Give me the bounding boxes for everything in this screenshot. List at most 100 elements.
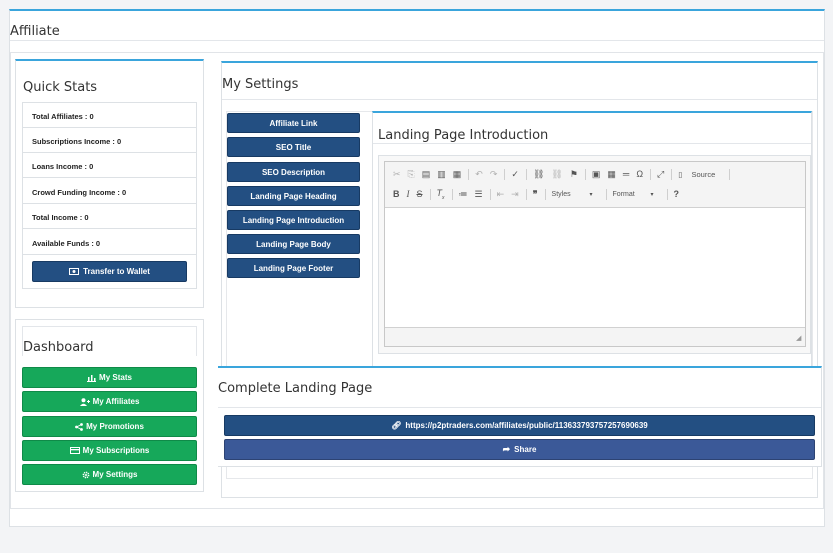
stat-subscriptions-income: Subscriptions Income : 0 (23, 128, 196, 153)
my-settings-button[interactable]: My Settings (22, 464, 197, 485)
credit-card-icon (69, 447, 80, 454)
affiliate-url: https://p2ptraders.com/affiliates/public… (405, 421, 648, 430)
copy-icon[interactable]: ⎘ (408, 169, 415, 180)
tab-landing-page-introduction[interactable]: Landing Page Introduction (227, 210, 360, 230)
chevron-down-icon: ▾ (650, 191, 654, 198)
paste-icon[interactable]: ▤ (422, 169, 431, 180)
money-icon (69, 268, 80, 275)
toolbar-separator (468, 168, 470, 180)
settings-title-divider (222, 99, 817, 100)
source-button[interactable]: ▯ Source (678, 170, 722, 179)
tab-seo-title-label: SEO Title (275, 142, 312, 152)
toolbar-separator (605, 188, 607, 200)
toolbar-separator (429, 188, 431, 200)
horizontal-rule-icon[interactable]: ═ (623, 169, 629, 179)
table-icon[interactable]: ▦ (607, 169, 616, 180)
format-label: Format (612, 190, 635, 198)
strikethrough-icon[interactable]: S (417, 189, 423, 199)
tab-landing-page-footer[interactable]: Landing Page Footer (227, 258, 360, 278)
my-settings-label: My Settings (92, 470, 138, 479)
my-affiliates-button[interactable]: My Affiliates (22, 391, 197, 412)
toolbar-separator (489, 188, 491, 200)
my-promotions-label: My Promotions (86, 422, 144, 431)
quick-stats-title: Quick Stats (23, 80, 98, 95)
transfer-to-wallet-button[interactable]: Transfer to Wallet (32, 261, 187, 282)
tab-affiliate-link[interactable]: Affiliate Link (227, 113, 360, 133)
toolbar-separator (584, 168, 586, 180)
tab-landing-page-footer-label: Landing Page Footer (253, 263, 334, 273)
bulleted-list-icon[interactable]: ☰ (475, 189, 483, 200)
my-settings-title: My Settings (222, 77, 299, 92)
stat-total-income: Total Income : 0 (23, 204, 196, 229)
anchor-flag-icon[interactable]: ⚑ (570, 169, 578, 180)
tab-seo-description-label: SEO Description (261, 167, 326, 177)
transfer-to-wallet-label: Transfer to Wallet (83, 267, 150, 276)
indent-icon[interactable]: ⇥ (511, 189, 519, 200)
dashboard-title: Dashboard (23, 340, 94, 355)
user-plus-icon (79, 397, 90, 406)
link-icon: 🔗︎ (391, 421, 402, 430)
help-icon[interactable]: ? (674, 189, 680, 199)
remove-format-icon[interactable]: Tx (437, 188, 445, 201)
share-button[interactable]: ➦ Share (224, 439, 815, 460)
gear-icon (82, 471, 89, 478)
editor-toolbar-row-1: ✂ ⎘ ▤ ▥ ▦ ↶ ↷ ✓ ⛓ ⛓ ⚑ ▣ ▦ ═ Ω ⤢ ▯ Source (393, 168, 736, 180)
link-icon[interactable]: ⛓ (533, 169, 544, 180)
bold-icon[interactable]: B (393, 189, 400, 199)
redo-icon[interactable]: ↷ (490, 169, 498, 180)
toolbar-separator (504, 168, 506, 180)
my-stats-button[interactable]: My Stats (22, 367, 197, 388)
tab-landing-page-body[interactable]: Landing Page Body (227, 234, 360, 254)
complete-landing-page-title: Complete Landing Page (218, 381, 373, 396)
unlink-icon[interactable]: ⛓ (551, 169, 562, 180)
toolbar-separator (671, 168, 673, 180)
numbered-list-icon[interactable]: ≔ (459, 189, 468, 200)
blockquote-icon[interactable]: ❞ (533, 189, 538, 200)
chevron-down-icon: ▾ (589, 191, 593, 198)
special-char-icon[interactable]: Ω (636, 169, 643, 179)
page-title: Affiliate (10, 24, 60, 39)
bar-chart-icon (87, 374, 97, 382)
cut-icon[interactable]: ✂ (393, 169, 401, 180)
my-affiliates-label: My Affiliates (92, 397, 140, 406)
tab-landing-page-introduction-label: Landing Page Introduction (242, 215, 345, 225)
styles-dropdown[interactable]: Styles ▾ (552, 191, 600, 198)
source-icon: ▯ (678, 169, 683, 179)
toolbar-separator (451, 188, 453, 200)
outdent-icon[interactable]: ⇤ (497, 189, 505, 200)
italic-icon[interactable]: I (407, 189, 410, 199)
title-divider (10, 40, 824, 41)
my-promotions-button[interactable]: My Promotions (22, 416, 197, 437)
format-dropdown[interactable]: Format ▾ (613, 191, 661, 198)
toolbar-separator (729, 168, 731, 180)
tab-seo-description[interactable]: SEO Description (227, 162, 360, 182)
my-subscriptions-button[interactable]: My Subscriptions (22, 440, 197, 461)
tab-landing-page-heading[interactable]: Landing Page Heading (227, 186, 360, 206)
editor-toolbar-row-2: B I S Tx ≔ ☰ ⇤ ⇥ ❞ Styles ▾ Format ▾ ? (393, 188, 686, 201)
share-alt-icon (75, 422, 84, 431)
editor-content-area[interactable] (385, 207, 805, 328)
toolbar-separator (525, 188, 527, 200)
stat-total-affiliates: Total Affiliates : 0 (23, 103, 196, 128)
stat-loans-income: Loans Income : 0 (23, 153, 196, 178)
undo-icon[interactable]: ↶ (475, 169, 483, 180)
toolbar-separator (650, 168, 652, 180)
toolbar-separator (666, 188, 668, 200)
stat-crowd-funding-income: Crowd Funding Income : 0 (23, 179, 196, 204)
my-stats-label: My Stats (99, 373, 132, 382)
tab-landing-page-heading-label: Landing Page Heading (250, 191, 337, 201)
maximize-icon[interactable]: ⤢ (657, 169, 664, 180)
complete-title-divider (218, 407, 821, 408)
tab-seo-title[interactable]: SEO Title (227, 137, 360, 157)
styles-label: Styles (551, 190, 571, 198)
my-subscriptions-label: My Subscriptions (82, 446, 150, 455)
paste-text-icon[interactable]: ▥ (437, 169, 446, 180)
image-icon[interactable]: ▣ (592, 169, 601, 180)
paste-word-icon[interactable]: ▦ (453, 169, 462, 180)
resize-handle-icon[interactable]: ◢ (796, 334, 801, 342)
stat-available-funds: Available Funds : 0 (23, 230, 196, 255)
share-icon: ➦ (502, 444, 511, 454)
share-label: Share (514, 445, 537, 454)
spellcheck-icon[interactable]: ✓ (511, 169, 519, 180)
affiliate-url-button[interactable]: 🔗︎ https://p2ptraders.com/affiliates/pub… (224, 415, 815, 436)
